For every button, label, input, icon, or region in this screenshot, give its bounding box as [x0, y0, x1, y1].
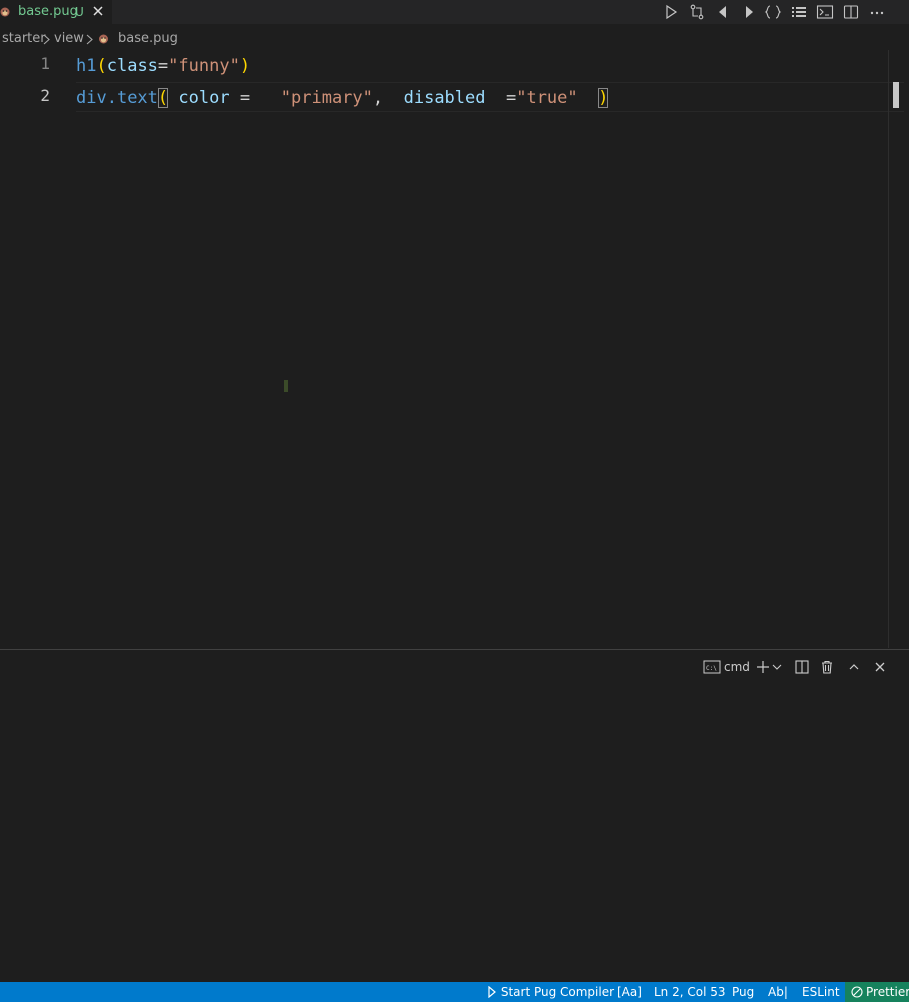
- scrollbar-thumb[interactable]: [893, 82, 899, 108]
- code-editor[interactable]: 1 2 h1(class="funny") div.text( color = …: [0, 50, 909, 648]
- tab-filename: base.pug: [18, 4, 78, 19]
- tab-base-pug[interactable]: base.pug U: [0, 0, 112, 24]
- cursor-position[interactable]: Ln 2, Col 53: [654, 982, 726, 1002]
- start-pug-compiler-button[interactable]: Start Pug Compiler: [487, 982, 614, 1002]
- code-line-1[interactable]: h1(class="funny"): [76, 54, 250, 78]
- run-icon[interactable]: [661, 2, 681, 22]
- status-bar: Start Pug Compiler [Aa] Ln 2, Col 53 Pug…: [0, 982, 909, 1002]
- close-icon[interactable]: [91, 4, 105, 18]
- play-icon: [488, 985, 496, 999]
- token-string: "funny": [168, 56, 240, 76]
- svg-text:C:\: C:\: [706, 665, 717, 672]
- token-tag: div: [76, 88, 107, 108]
- line-number: 1: [40, 54, 50, 73]
- next-change-icon[interactable]: [739, 2, 759, 22]
- close-icon[interactable]: [871, 658, 889, 676]
- editor-toolbar: [655, 2, 895, 22]
- language-mode[interactable]: Pug: [732, 982, 754, 1002]
- vscode-window: base.pug U starter view base.pug 1 2 h1(…: [0, 0, 909, 1002]
- token-attr: class: [106, 56, 158, 76]
- terminal-cmd-icon[interactable]: C:\: [703, 658, 721, 676]
- prettier-status[interactable]: Prettier: [845, 982, 909, 1002]
- chevron-down-icon[interactable]: [771, 658, 783, 676]
- line-number-active: 2: [40, 86, 50, 105]
- token-paren-close: ): [239, 56, 251, 76]
- token-paren-open: (: [96, 56, 107, 76]
- case-toggle[interactable]: [Aa]: [617, 982, 642, 1002]
- token-paren-open-matched: (: [157, 88, 169, 108]
- breadcrumb-item-starter[interactable]: starter: [2, 28, 46, 50]
- spell-check-status[interactable]: Ab|: [768, 982, 788, 1002]
- token-operator: =: [239, 88, 281, 108]
- trash-icon[interactable]: [818, 658, 836, 676]
- braces-icon[interactable]: [763, 2, 783, 22]
- pug-file-icon: [0, 7, 10, 17]
- token-attr: disabled: [403, 88, 486, 108]
- code-line-2[interactable]: div.text( color = "primary", disabled ="…: [76, 86, 609, 110]
- terminal-name[interactable]: cmd: [724, 659, 750, 675]
- token-string: "true": [516, 88, 578, 108]
- check-circle-icon: [851, 986, 863, 998]
- start-pug-compiler-label: Start Pug Compiler: [500, 985, 615, 999]
- chevron-right-icon: [43, 34, 50, 45]
- token-operator: =: [157, 56, 169, 76]
- breadcrumb-item-view[interactable]: view: [54, 28, 84, 50]
- terminal-panel: C:\ cmd: [0, 649, 909, 982]
- previous-change-icon[interactable]: [713, 2, 733, 22]
- terminal-icon[interactable]: [815, 2, 835, 22]
- list-icon[interactable]: [789, 2, 809, 22]
- pug-file-icon: [99, 34, 108, 44]
- scrollbar-track[interactable]: [888, 50, 889, 648]
- eslint-status[interactable]: ESLint: [802, 982, 840, 1002]
- split-terminal-icon[interactable]: [793, 658, 811, 676]
- token-paren-close-matched: ): [598, 88, 609, 108]
- token-attr: color: [168, 88, 240, 108]
- chevron-right-icon: [86, 34, 93, 45]
- chevron-up-icon[interactable]: [845, 658, 863, 676]
- token-comma: ,: [372, 88, 404, 108]
- token-operator: =: [485, 88, 517, 108]
- breadcrumb-item-file[interactable]: base.pug: [118, 28, 178, 50]
- more-actions-icon[interactable]: [867, 2, 887, 22]
- split-editor-icon[interactable]: [841, 2, 861, 22]
- git-untracked-badge: U: [75, 5, 84, 19]
- compare-changes-icon[interactable]: [687, 2, 707, 22]
- prettier-label: Prettier: [866, 985, 909, 999]
- breadcrumb: starter view base.pug: [0, 28, 909, 50]
- mouse-cursor-artifact: [284, 380, 288, 392]
- plus-icon[interactable]: [754, 658, 772, 676]
- token-string: "primary": [280, 88, 373, 108]
- token-class: .text: [106, 88, 158, 108]
- tab-bar: base.pug U: [0, 0, 909, 24]
- token-tag: h1: [76, 56, 97, 76]
